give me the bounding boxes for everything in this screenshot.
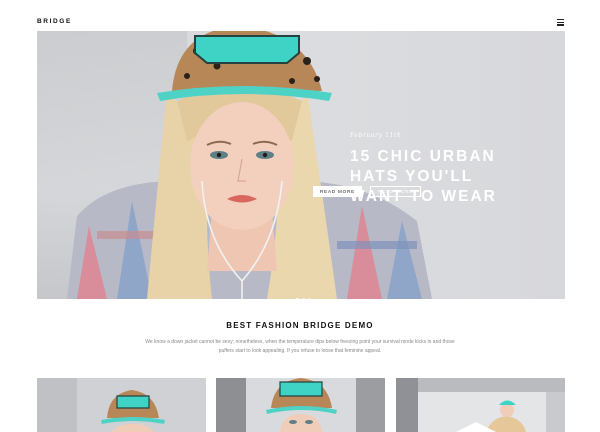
post-thumbnail[interactable] [396, 378, 565, 432]
section-title: BEST FASHION BRIDGE DEMO [226, 321, 374, 330]
section-description: We know a down jacket cannot be sexy; no… [145, 339, 455, 354]
hero-slider[interactable]: February 11th 15 CHIC URBAN HATS YOU'LL … [37, 31, 565, 299]
read-more-button[interactable]: READ MORE [313, 186, 363, 197]
headline-line: 15 CHIC URBAN [350, 148, 496, 165]
thumbnail-image [396, 378, 565, 432]
read-more-outline-button[interactable]: READ MORE [370, 186, 422, 197]
hero-headline[interactable]: 15 CHIC URBAN HATS YOU'LL WANT TO WEAR [350, 147, 560, 207]
top-bar: BRIDGE [0, 0, 600, 32]
slider-dot[interactable] [302, 298, 305, 299]
post-date: February 11th [350, 132, 402, 139]
hamburger-menu-icon[interactable] [557, 19, 566, 26]
post-thumbnail[interactable] [216, 378, 385, 432]
slider-dot[interactable] [308, 298, 311, 299]
thumbnail-image [216, 378, 385, 432]
slider-dots [296, 288, 314, 299]
hero-buttons: READ MORE READ MORE [313, 180, 422, 198]
thumbnail-image [37, 378, 206, 432]
post-thumbnail[interactable] [37, 378, 206, 432]
slider-dot[interactable] [296, 298, 299, 299]
site-logo[interactable]: BRIDGE [37, 18, 72, 26]
